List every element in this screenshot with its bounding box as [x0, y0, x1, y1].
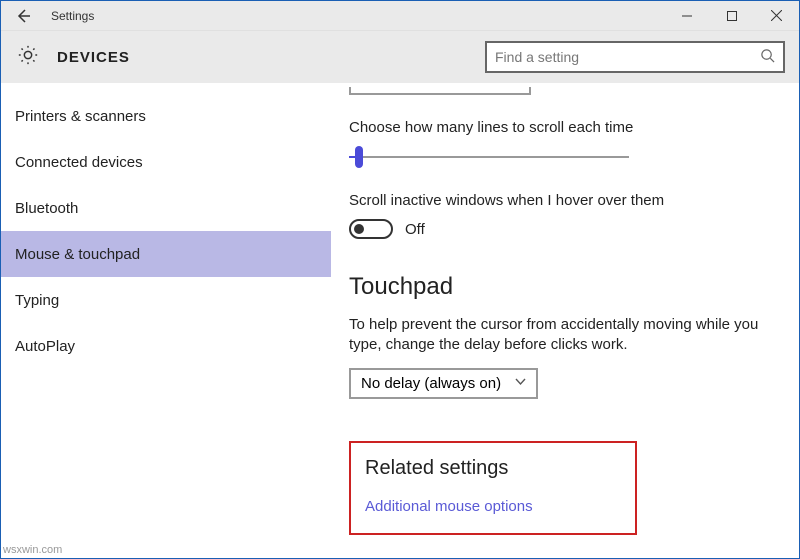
related-settings-highlight: Related settings Additional mouse option… — [349, 441, 637, 535]
slider-track — [349, 156, 629, 158]
titlebar: Settings — [1, 1, 799, 31]
inactive-windows-toggle[interactable] — [349, 219, 393, 239]
cutoff-dropdown[interactable] — [349, 87, 531, 95]
inactive-windows-toggle-row: Off — [349, 219, 773, 239]
touchpad-heading: Touchpad — [349, 273, 773, 301]
body: Printers & scanners Connected devices Bl… — [1, 83, 799, 558]
sidebar-item-label: Printers & scanners — [15, 108, 146, 125]
gear-icon — [17, 44, 39, 71]
sidebar-item-label: AutoPlay — [15, 338, 75, 355]
header: DEVICES Find a setting — [1, 31, 799, 83]
sidebar-item-bluetooth[interactable]: Bluetooth — [1, 185, 331, 231]
sidebar: Printers & scanners Connected devices Bl… — [1, 83, 331, 558]
sidebar-item-label: Bluetooth — [15, 200, 78, 217]
delay-dropdown[interactable]: No delay (always on) — [349, 368, 538, 399]
window-title: Settings — [45, 9, 664, 23]
delay-value: No delay (always on) — [361, 375, 501, 392]
sidebar-item-label: Typing — [15, 292, 59, 309]
window-controls — [664, 1, 799, 31]
watermark: wsxwin.com — [3, 544, 62, 556]
related-settings-heading: Related settings — [365, 457, 621, 480]
content: Choose how many lines to scroll each tim… — [331, 83, 799, 558]
slider-thumb[interactable] — [355, 146, 363, 168]
back-button[interactable] — [1, 1, 45, 31]
minimize-button[interactable] — [664, 1, 709, 31]
additional-mouse-options-link[interactable]: Additional mouse options — [365, 498, 621, 515]
search-icon — [760, 48, 775, 66]
close-button[interactable] — [754, 1, 799, 31]
sidebar-item-mouse-touchpad[interactable]: Mouse & touchpad — [1, 231, 331, 277]
minimize-icon — [682, 11, 692, 21]
sidebar-item-label: Mouse & touchpad — [15, 246, 140, 263]
search-placeholder: Find a setting — [495, 49, 760, 65]
touchpad-description: To help prevent the cursor from accident… — [349, 315, 773, 356]
sidebar-item-connected-devices[interactable]: Connected devices — [1, 139, 331, 185]
toggle-state-label: Off — [405, 221, 425, 238]
scroll-lines-label: Choose how many lines to scroll each tim… — [349, 119, 773, 136]
close-icon — [771, 10, 782, 21]
toggle-knob — [354, 224, 364, 234]
scroll-lines-slider[interactable] — [349, 146, 629, 170]
maximize-icon — [727, 11, 737, 21]
maximize-button[interactable] — [709, 1, 754, 31]
arrow-left-icon — [15, 8, 31, 24]
sidebar-item-typing[interactable]: Typing — [1, 277, 331, 323]
sidebar-item-printers-scanners[interactable]: Printers & scanners — [1, 93, 331, 139]
chevron-down-icon — [515, 377, 526, 389]
sidebar-item-autoplay[interactable]: AutoPlay — [1, 323, 331, 369]
inactive-windows-label: Scroll inactive windows when I hover ove… — [349, 192, 773, 209]
search-input[interactable]: Find a setting — [485, 41, 785, 73]
category-title: DEVICES — [57, 49, 485, 66]
sidebar-item-label: Connected devices — [15, 154, 143, 171]
